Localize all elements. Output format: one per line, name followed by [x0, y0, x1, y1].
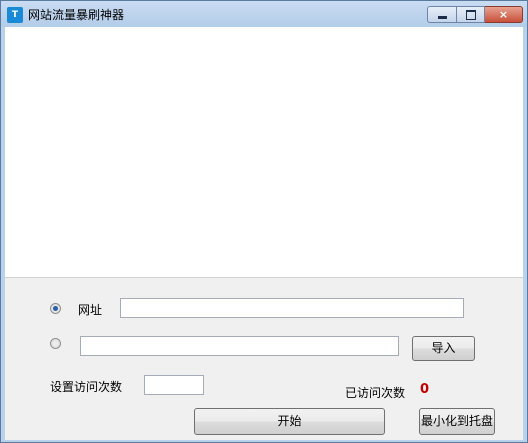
minimize-icon	[438, 16, 447, 19]
main-window: T 网站流量暴刷神器 × 网址 导入 设置访问次数 已访问次数 0 开始 最小化…	[0, 0, 528, 443]
web-browser-panel[interactable]	[5, 27, 523, 278]
url-radio[interactable]	[50, 303, 61, 314]
maximize-button[interactable]	[457, 6, 485, 23]
url-radio-label: 网址	[78, 303, 103, 317]
url-input[interactable]	[120, 298, 464, 318]
visit-count-input[interactable]	[144, 375, 204, 395]
minimize-button[interactable]	[427, 6, 457, 23]
close-button[interactable]: ×	[485, 6, 523, 23]
import-button[interactable]: 导入	[412, 336, 475, 361]
minimize-to-tray-button[interactable]: 最小化到托盘	[419, 408, 495, 435]
start-button[interactable]: 开始	[194, 408, 385, 435]
close-icon: ×	[498, 8, 509, 21]
maximize-icon	[466, 10, 476, 20]
client-area: 网址 导入 设置访问次数 已访问次数 0 开始 最小化到托盘	[5, 27, 523, 440]
window-title: 网站流量暴刷神器	[28, 8, 125, 22]
visit-count-label: 设置访问次数	[50, 380, 123, 394]
visited-count-label: 已访问次数	[345, 386, 406, 400]
visited-count-value: 0	[420, 382, 430, 397]
title-bar[interactable]: T 网站流量暴刷神器 ×	[1, 1, 527, 27]
app-icon: T	[7, 7, 23, 23]
import-radio[interactable]	[50, 338, 61, 349]
file-path-input[interactable]	[80, 336, 399, 356]
